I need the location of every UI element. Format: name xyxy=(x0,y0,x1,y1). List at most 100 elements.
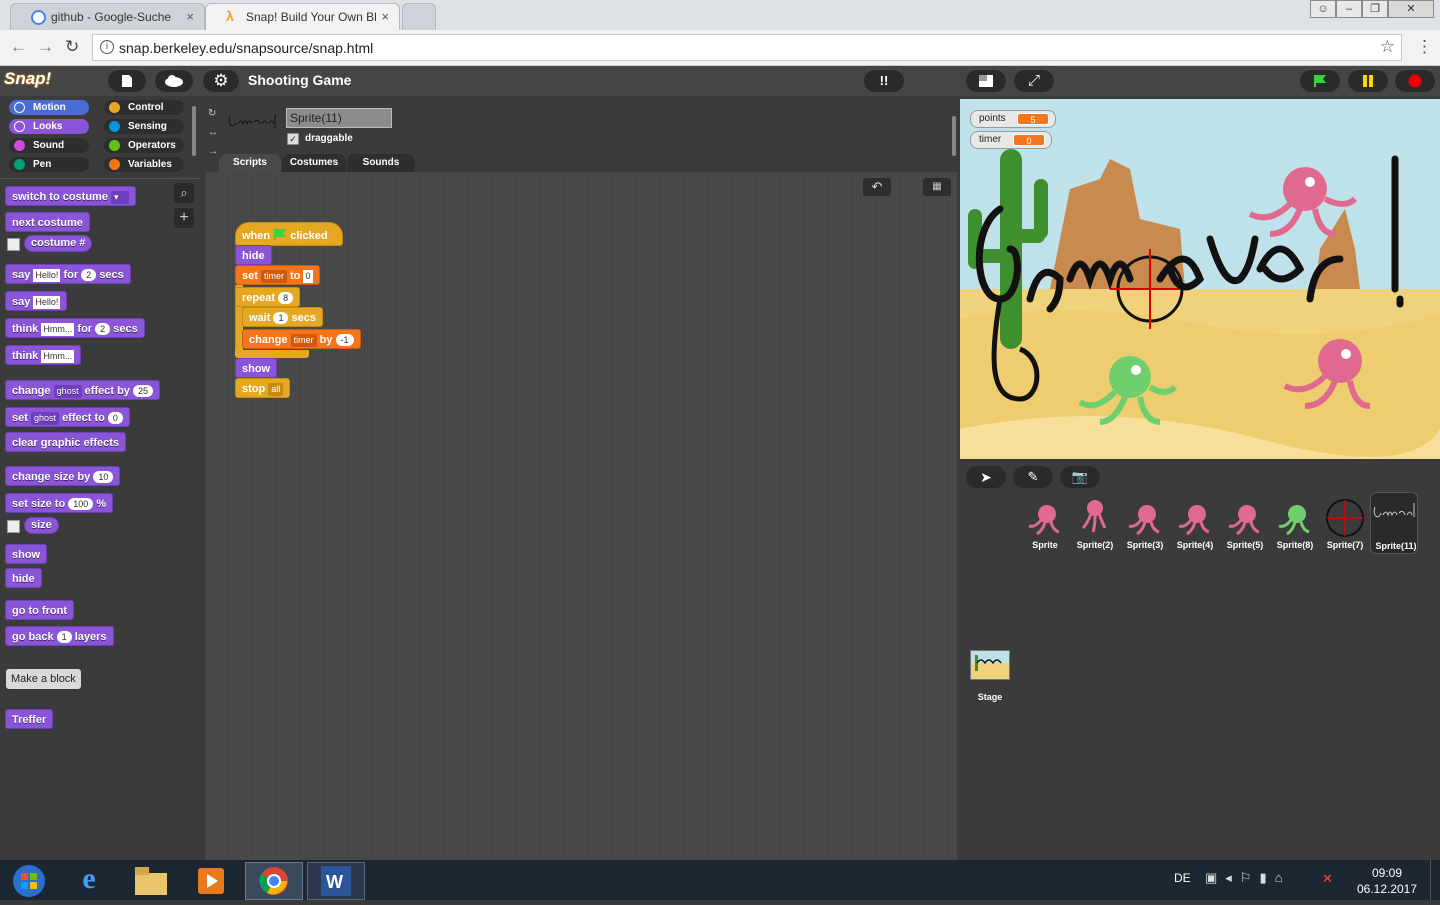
cloud-button[interactable] xyxy=(155,70,193,92)
stop-button[interactable] xyxy=(1395,70,1435,92)
add-turtle-sprite-button[interactable]: ➤ xyxy=(966,466,1006,488)
tab-scripts[interactable]: Scripts xyxy=(219,154,281,172)
slot[interactable]: Hmm... xyxy=(41,349,75,363)
keyboard-entry-button[interactable]: ▦ xyxy=(923,178,951,196)
url-input[interactable]: i snap.berkeley.edu/snapsource/snap.html… xyxy=(92,34,1402,61)
script-change-timer-block[interactable]: change timer by -1 xyxy=(242,329,361,349)
normal-stage-button[interactable] xyxy=(966,70,1006,92)
user-icon[interactable]: ☺ xyxy=(1310,0,1336,18)
variable-dropdown[interactable]: timer xyxy=(260,269,287,283)
effect-dropdown[interactable]: ghost xyxy=(30,411,59,425)
word-taskbar-icon[interactable]: W xyxy=(307,862,365,900)
make-a-block-button[interactable]: Make a block xyxy=(6,669,81,689)
media-player-icon[interactable] xyxy=(182,862,240,900)
block-hide[interactable]: hide xyxy=(5,568,42,588)
block-set-effect[interactable]: set ghost effect to 0 xyxy=(5,407,130,427)
volume-muted-icon[interactable]: ✕ xyxy=(1322,871,1333,887)
block-treffer[interactable]: Treffer xyxy=(5,709,54,729)
script-stop-block[interactable]: stop all xyxy=(235,378,291,398)
effect-dropdown[interactable]: ghost xyxy=(53,384,82,398)
undo-button[interactable]: ↶ xyxy=(863,178,891,196)
category-sensing[interactable]: Sensing xyxy=(104,119,184,134)
stage-thumbnail[interactable] xyxy=(970,650,1010,680)
chrome-taskbar-icon[interactable] xyxy=(245,862,303,900)
slot[interactable]: 1 xyxy=(273,312,289,325)
start-button[interactable] xyxy=(0,862,58,900)
script-set-timer-block[interactable]: set timer to 0 xyxy=(235,265,320,285)
tab-sounds[interactable]: Sounds xyxy=(347,154,415,172)
block-think-for-secs[interactable]: think Hmm... for 2 secs xyxy=(5,318,145,338)
close-window-button[interactable]: ✕ xyxy=(1388,0,1434,18)
system-tray-icons[interactable]: ▣◂⚐▮⌂ xyxy=(1205,870,1290,886)
block-set-size[interactable]: set size to 100 % xyxy=(5,493,114,513)
block-change-size[interactable]: change size by 10 xyxy=(5,466,121,486)
script-repeat-block[interactable]: repeat 8 xyxy=(235,287,301,307)
fullscreen-button[interactable]: ⤢ xyxy=(1014,70,1054,92)
script-wait-block[interactable]: wait 1 secs xyxy=(242,307,324,327)
watcher-checkbox[interactable] xyxy=(7,520,20,533)
block-clear-graphic-effects[interactable]: clear graphic effects xyxy=(5,432,126,452)
settings-button[interactable]: ⚙ xyxy=(203,70,239,92)
slot[interactable]: 0 xyxy=(107,412,123,425)
forward-icon[interactable]: → xyxy=(37,37,54,57)
bookmark-star-icon[interactable]: ☆ xyxy=(1380,37,1395,57)
slot[interactable]: 0 xyxy=(303,269,313,283)
script-hide-block[interactable]: hide xyxy=(235,245,272,265)
corral-sprite-selected[interactable]: Sprite(11) xyxy=(1370,492,1418,554)
category-operators[interactable]: Operators xyxy=(104,138,184,153)
corral-sprite[interactable]: Sprite xyxy=(1020,492,1070,552)
slot[interactable]: 2 xyxy=(95,323,111,336)
slot[interactable]: Hmm... xyxy=(41,322,75,336)
add-block-button[interactable]: + xyxy=(174,208,194,228)
no-rotate-icon[interactable]: → xyxy=(208,142,218,161)
slot[interactable]: -1 xyxy=(335,334,354,347)
block-change-effect[interactable]: change ghost effect by 25 xyxy=(5,380,160,400)
category-looks[interactable]: Looks xyxy=(9,119,89,134)
corral-sprite[interactable]: Sprite(3) xyxy=(1120,492,1170,552)
slot[interactable]: 25 xyxy=(132,385,153,398)
snap-logo[interactable]: Snap! xyxy=(4,69,51,89)
back-icon[interactable]: ← xyxy=(10,37,27,57)
corral-sprite[interactable]: Sprite(7) xyxy=(1320,492,1370,552)
hat-when-flag-clicked[interactable]: when clicked xyxy=(235,222,343,246)
stop-dropdown[interactable]: all xyxy=(268,382,284,396)
watcher-timer[interactable]: timer 0 xyxy=(970,131,1052,149)
tab-snap[interactable]: λ Snap! Build Your Own Bl × xyxy=(205,3,400,30)
new-tab-button[interactable] xyxy=(402,3,436,30)
tab-google-search[interactable]: github - Google-Suche × xyxy=(10,3,205,30)
pause-button[interactable] xyxy=(1348,70,1388,92)
rotate-icon[interactable]: ↻ xyxy=(208,104,218,123)
block-size[interactable]: size xyxy=(24,517,59,534)
corral-sprite[interactable]: Sprite(8) xyxy=(1270,492,1320,552)
tab-costumes[interactable]: Costumes xyxy=(282,154,346,172)
header-scrollbar[interactable] xyxy=(952,116,956,156)
block-next-costume[interactable]: next costume xyxy=(5,212,90,232)
file-menu-button[interactable] xyxy=(108,70,146,92)
block-say-for-secs[interactable]: say Hello! for 2 secs xyxy=(5,264,131,284)
sprite-name-input[interactable]: Sprite(11) xyxy=(286,108,392,128)
camera-sprite-button[interactable]: 📷 xyxy=(1060,466,1100,488)
info-icon[interactable]: i xyxy=(100,40,114,54)
block-think[interactable]: think Hmm... xyxy=(5,345,82,365)
category-variables[interactable]: Variables xyxy=(104,157,184,172)
watcher-checkbox[interactable] xyxy=(7,238,20,251)
search-blocks-button[interactable]: ⌕ xyxy=(174,183,194,203)
category-pen[interactable]: Pen xyxy=(9,157,89,172)
reload-icon[interactable]: ↻ xyxy=(65,37,79,57)
script-show-block[interactable]: show xyxy=(235,358,278,378)
category-motion[interactable]: Motion xyxy=(9,100,89,115)
green-flag-button[interactable] xyxy=(1300,70,1340,92)
category-control[interactable]: Control xyxy=(104,100,184,115)
internet-explorer-icon[interactable]: e xyxy=(60,862,118,900)
close-tab-icon[interactable]: × xyxy=(381,9,389,24)
file-explorer-icon[interactable] xyxy=(122,862,180,900)
stage-size-button[interactable]: !! xyxy=(864,70,904,92)
block-go-back-layers[interactable]: go back 1 layers xyxy=(5,626,114,646)
slot[interactable]: 2 xyxy=(81,269,97,282)
left-right-icon[interactable]: ↔ xyxy=(208,123,218,142)
slot[interactable]: 8 xyxy=(278,292,294,305)
language-indicator[interactable]: DE xyxy=(1174,871,1191,885)
slot[interactable]: 100 xyxy=(68,498,94,511)
browser-menu-icon[interactable]: ⋮ xyxy=(1416,37,1433,57)
maximize-button[interactable]: ❐ xyxy=(1362,0,1388,18)
